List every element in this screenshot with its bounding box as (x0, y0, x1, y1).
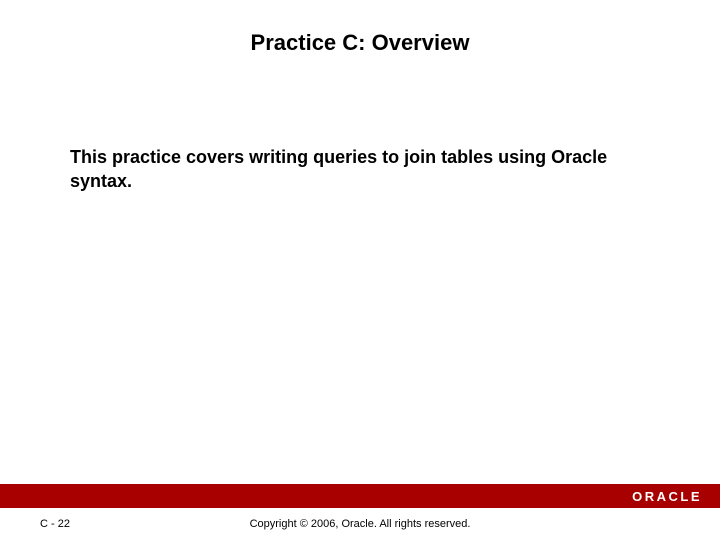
oracle-logo: ORACLE (632, 489, 702, 504)
slide-title: Practice C: Overview (0, 0, 720, 66)
copyright-text: Copyright © 2006, Oracle. All rights res… (0, 518, 720, 530)
footer: C - 22 Copyright © 2006, Oracle. All rig… (0, 508, 720, 540)
slide-body-text: This practice covers writing queries to … (70, 145, 660, 194)
brand-bar: ORACLE (0, 484, 720, 508)
page-number: C - 22 (40, 518, 70, 530)
